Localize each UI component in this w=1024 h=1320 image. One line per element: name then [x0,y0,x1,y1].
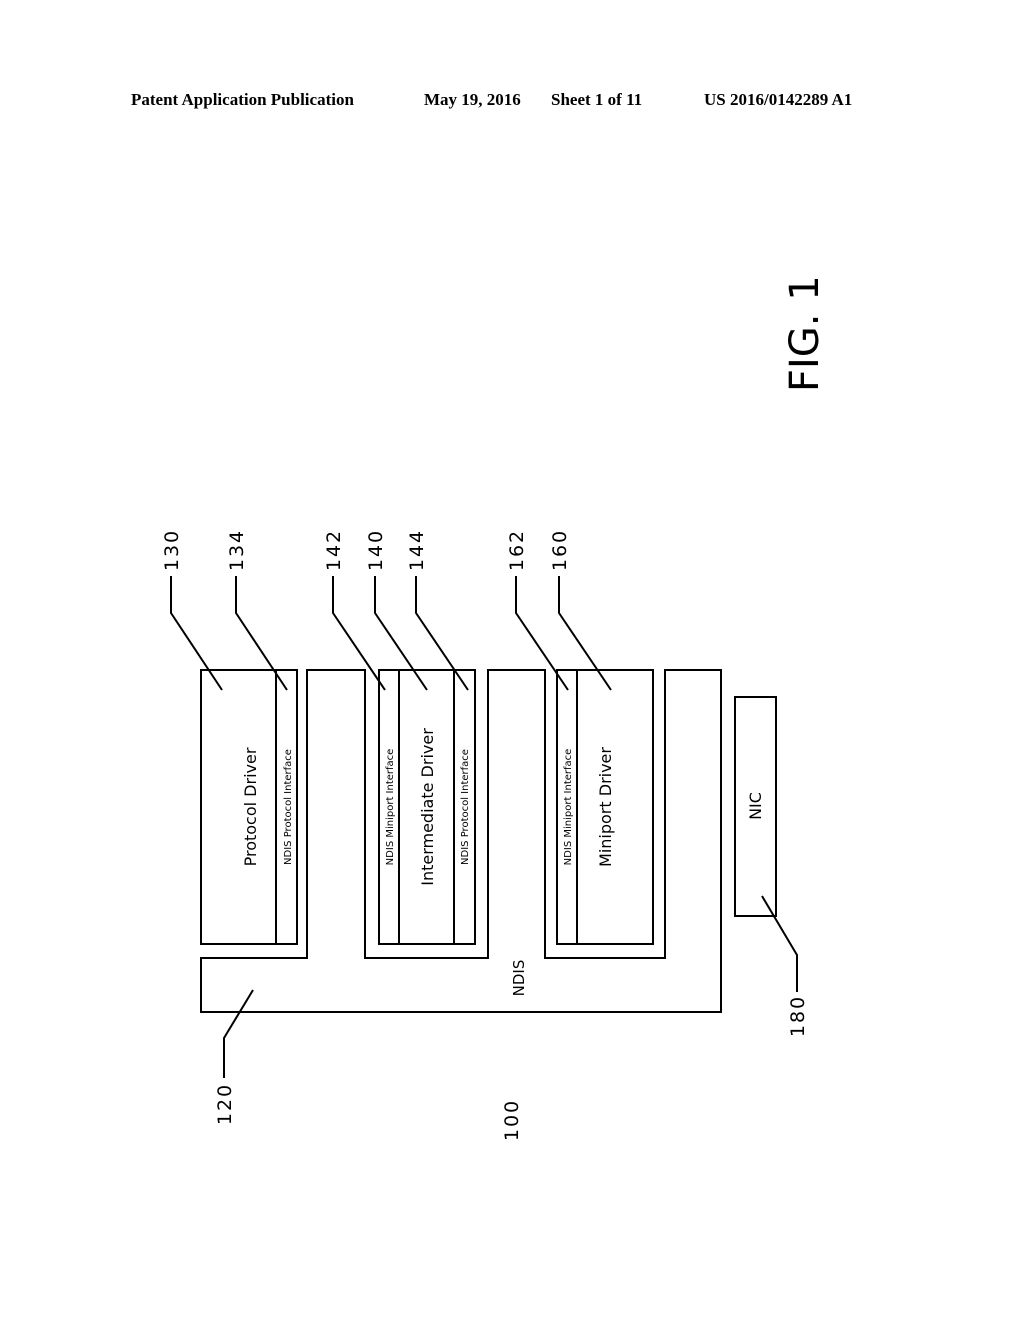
intermediate-miniport-interface-label: NDIS Miniport Interface [385,749,396,866]
ref-142: 142 [323,529,345,571]
ref-162: 162 [506,529,528,571]
leader-line-142 [332,576,386,691]
miniport-driver-label: Miniport Driver [596,747,615,867]
nic-label: NIC [746,792,765,820]
ref-134: 134 [226,529,248,571]
miniport-interface-label: NDIS Miniport Interface [563,749,574,866]
ref-140: 140 [365,529,387,571]
figure-title: FIG. 1 [782,275,828,392]
ref-130: 130 [161,529,183,571]
ref-180: 180 [787,995,809,1037]
intermediate-protocol-interface-label: NDIS Protocol Interface [460,749,471,865]
protocol-interface-label: NDIS Protocol Interface [283,749,294,865]
ref-100: 100 [501,1099,523,1141]
ndis-label: NDIS [510,960,528,997]
leader-line-120 [223,989,254,1078]
intermediate-driver-label: Intermediate Driver [418,728,437,886]
ref-160: 160 [549,529,571,571]
protocol-driver-label: Protocol Driver [241,747,260,866]
ref-120: 120 [214,1083,236,1125]
figure-diagram: FIG. 1 NDIS Protocol Driver NDIS Protoco… [161,275,828,1141]
ref-144: 144 [406,529,428,571]
